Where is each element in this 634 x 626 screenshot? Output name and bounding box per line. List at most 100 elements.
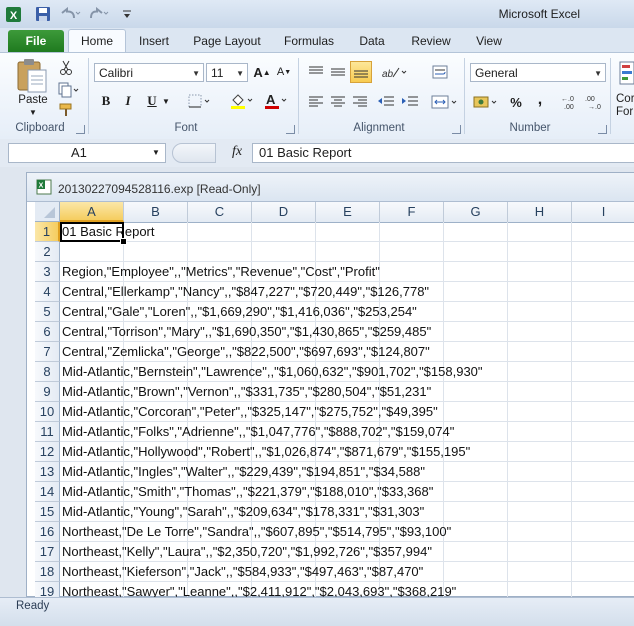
tab-view[interactable]: View [468, 32, 510, 52]
conditional-formatting-label-1[interactable]: Cor [616, 93, 634, 105]
align-middle-icon[interactable] [328, 62, 348, 82]
tab-file[interactable]: File [8, 30, 64, 52]
column-header-e[interactable]: E [316, 202, 380, 222]
formula-input[interactable]: 01 Basic Report [252, 143, 634, 163]
cell-a11[interactable]: Mid-Atlantic,"Folks","Adrienne",,"$1,047… [62, 422, 454, 442]
tab-formulas[interactable]: Formulas [278, 32, 340, 52]
formula-bar-splitter[interactable] [172, 143, 216, 163]
orientation-icon[interactable]: ab [380, 62, 410, 82]
row-header[interactable]: 17 [35, 542, 60, 562]
cell-a9[interactable]: Mid-Atlantic,"Brown","Vernon",,"$331,735… [62, 382, 431, 402]
format-painter-icon[interactable] [56, 100, 76, 120]
decrease-decimal-icon[interactable]: .00 →.0 [584, 92, 606, 112]
column-header-b[interactable]: B [124, 202, 188, 222]
cell-a7[interactable]: Central,"Zemlicka","George",,"$822,500",… [62, 342, 430, 362]
cell-a13[interactable]: Mid-Atlantic,"Ingles","Walter",,"$229,43… [62, 462, 425, 482]
column-header-h[interactable]: H [508, 202, 572, 222]
paste-button-label[interactable]: Paste [18, 94, 48, 106]
underline-dropdown-icon[interactable]: ▼ [162, 97, 170, 106]
cell-a18[interactable]: Northeast,"Kieferson","Jack",,"$584,933"… [62, 562, 423, 582]
row-header[interactable]: 16 [35, 522, 60, 542]
row-header[interactable]: 13 [35, 462, 60, 482]
row-header[interactable]: 3 [35, 262, 60, 282]
comma-style-button[interactable]: , [530, 90, 550, 110]
column-header-a[interactable]: A [60, 202, 124, 222]
row-header[interactable]: 2 [35, 242, 60, 262]
font-name-combo[interactable]: Calibri ▼ [94, 63, 204, 82]
font-launcher-icon[interactable] [286, 125, 295, 134]
row-header[interactable]: 14 [35, 482, 60, 502]
insert-function-button[interactable]: fx [232, 144, 242, 160]
align-right-icon[interactable] [350, 92, 370, 112]
cell-a5[interactable]: Central,"Gale","Loren",,"$1,669,290","$1… [62, 302, 417, 322]
increase-decimal-icon[interactable]: ←.0.00 [560, 92, 582, 112]
copy-icon[interactable] [56, 80, 82, 100]
column-header-g[interactable]: G [444, 202, 508, 222]
row-header[interactable]: 4 [35, 282, 60, 302]
tab-page-layout[interactable]: Page Layout [188, 32, 266, 52]
cell-a6[interactable]: Central,"Torrison","Mary",,"$1,690,350",… [62, 322, 431, 342]
paste-dropdown-icon[interactable]: ▼ [26, 108, 40, 117]
grow-font-icon[interactable]: A ▲ [252, 62, 272, 82]
row-header[interactable]: 8 [35, 362, 60, 382]
row-header[interactable]: 9 [35, 382, 60, 402]
clipboard-launcher-icon[interactable] [76, 125, 85, 134]
column-header-i[interactable]: I [572, 202, 634, 222]
cell-a17[interactable]: Northeast,"Kelly","Laura",,"$2,350,720",… [62, 542, 432, 562]
align-top-icon[interactable] [306, 62, 326, 82]
column-header-c[interactable]: C [188, 202, 252, 222]
tab-review[interactable]: Review [404, 32, 458, 52]
column-header-d[interactable]: D [252, 202, 316, 222]
row-header[interactable]: 11 [35, 422, 60, 442]
bold-button[interactable]: B [96, 91, 116, 111]
fill-color-icon[interactable] [228, 91, 258, 111]
font-color-icon[interactable]: A [262, 91, 292, 111]
cell-a12[interactable]: Mid-Atlantic,"Hollywood","Robert",,"$1,0… [62, 442, 470, 462]
cell-a15[interactable]: Mid-Atlantic,"Young","Sarah",,"$209,634"… [62, 502, 424, 522]
row-header[interactable]: 6 [35, 322, 60, 342]
row-header[interactable]: 1 [35, 222, 60, 242]
borders-icon[interactable] [186, 91, 216, 111]
align-bottom-icon[interactable] [350, 61, 372, 83]
name-box[interactable]: A1 [8, 143, 166, 163]
conditional-formatting-label-2[interactable]: For [616, 106, 633, 118]
row-header[interactable]: 18 [35, 562, 60, 582]
cell-a8[interactable]: Mid-Atlantic,"Bernstein","Lawrence",,"$1… [62, 362, 483, 382]
wrap-text-icon[interactable] [430, 62, 450, 82]
paste-icon[interactable] [14, 56, 50, 94]
active-cell-selection[interactable] [60, 222, 124, 242]
cut-icon[interactable] [56, 58, 76, 78]
row-header[interactable]: 10 [35, 402, 60, 422]
tab-home[interactable]: Home [68, 29, 126, 54]
percent-style-button[interactable]: % [506, 92, 526, 112]
underline-button[interactable]: U [142, 91, 162, 111]
accounting-format-icon[interactable] [472, 92, 502, 112]
cell-a3[interactable]: Region,"Employee",,"Metrics","Revenue","… [62, 262, 380, 282]
column-header-f[interactable]: F [380, 202, 444, 222]
select-all-corner[interactable] [35, 202, 60, 222]
alignment-launcher-icon[interactable] [452, 125, 461, 134]
workbook-icon[interactable]: X [36, 179, 52, 195]
fill-handle[interactable] [120, 238, 127, 245]
align-left-icon[interactable] [306, 92, 326, 112]
decrease-indent-icon[interactable] [376, 92, 396, 112]
cell-a4[interactable]: Central,"Ellerkamp","Nancy",,"$847,227",… [62, 282, 429, 302]
cell-a16[interactable]: Northeast,"De Le Torre","Sandra",,"$607,… [62, 522, 451, 542]
shrink-font-icon[interactable]: A ▼ [274, 62, 294, 82]
font-size-combo[interactable]: 11 ▼ [206, 63, 248, 82]
italic-button[interactable]: I [118, 91, 138, 111]
row-header[interactable]: 5 [35, 302, 60, 322]
row-header[interactable]: 7 [35, 342, 60, 362]
increase-indent-icon[interactable] [400, 92, 420, 112]
number-format-combo[interactable]: General ▼ [470, 63, 606, 82]
cell-a14[interactable]: Mid-Atlantic,"Smith","Thomas",,"$221,379… [62, 482, 433, 502]
row-header[interactable]: 15 [35, 502, 60, 522]
conditional-formatting-icon[interactable] [618, 60, 634, 90]
merge-center-icon[interactable] [430, 92, 460, 112]
tab-insert[interactable]: Insert [132, 32, 176, 52]
number-launcher-icon[interactable] [598, 125, 607, 134]
align-center-icon[interactable] [328, 92, 348, 112]
row-header[interactable]: 12 [35, 442, 60, 462]
tab-data[interactable]: Data [352, 32, 392, 52]
name-box-dropdown-icon[interactable]: ▼ [152, 148, 160, 157]
